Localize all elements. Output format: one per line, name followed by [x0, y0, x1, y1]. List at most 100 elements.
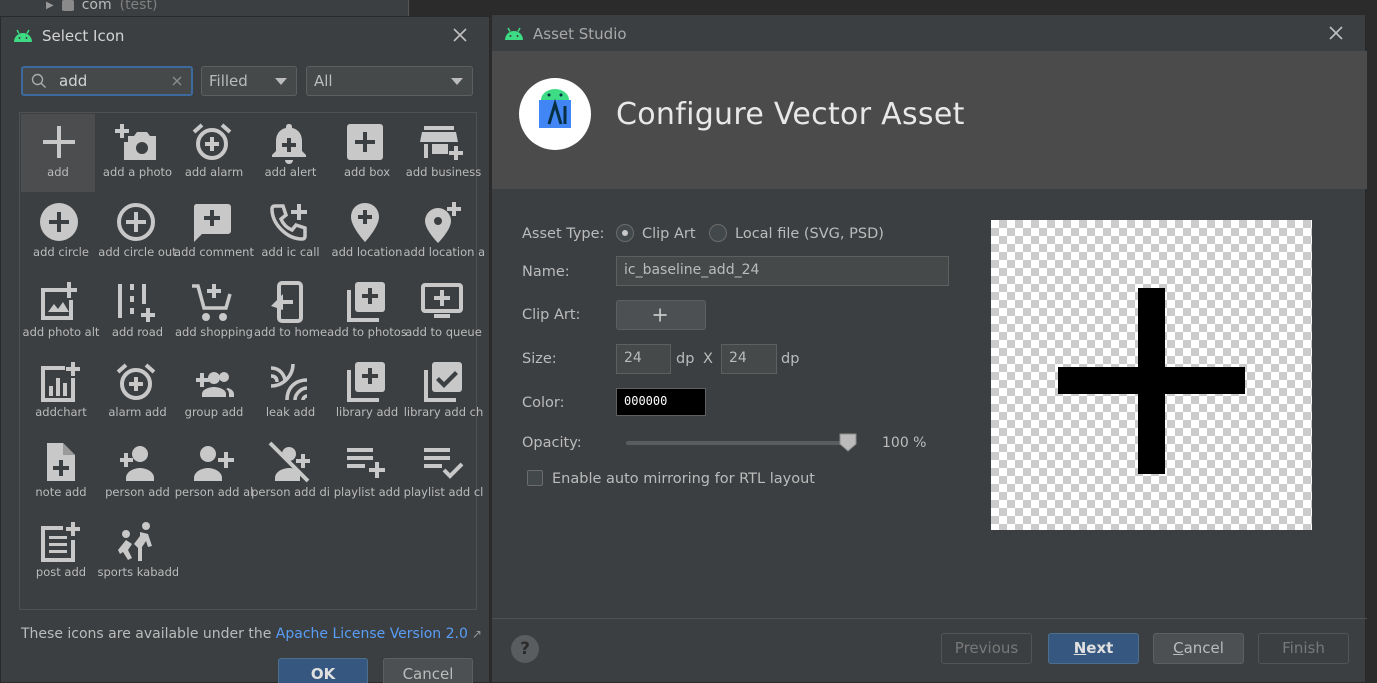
icon-cell-add-location[interactable]: add location [327, 194, 402, 272]
icon-label: add location [331, 245, 403, 259]
add-photo-alternate-icon [41, 282, 77, 320]
icon-cell-post-add[interactable]: post add [21, 514, 95, 592]
rtl-mirroring-checkbox[interactable] [527, 470, 543, 486]
opacity-slider-track[interactable] [626, 441, 850, 445]
note-add-icon [47, 443, 75, 481]
close-icon[interactable] [1327, 24, 1345, 42]
search-input[interactable]: add [21, 66, 193, 96]
icon-label: add circle out [98, 245, 177, 259]
icon-cell-add-circle-out[interactable]: add circle out [98, 194, 177, 272]
add-alert-icon [271, 124, 306, 164]
icon-cell-note-add[interactable]: note add [21, 434, 95, 512]
cancel-button[interactable]: Cancel [383, 658, 473, 683]
clip-art-radio-label[interactable]: Clip Art [642, 226, 696, 242]
icon-label: add [47, 165, 69, 179]
previous-button[interactable]: Previous [941, 633, 1032, 664]
tree-item-suffix: (test) [119, 0, 158, 13]
style-dropdown-value: Filled [209, 72, 248, 90]
next-button[interactable]: Next [1048, 633, 1139, 664]
icon-cell-library-add-ch[interactable]: library add ch [404, 354, 483, 432]
icon-cell-addchart[interactable]: addchart [21, 354, 95, 432]
local-file-radio-label[interactable]: Local file (SVG, PSD) [735, 226, 884, 242]
icon-cell-person-add-al[interactable]: person add al [174, 434, 253, 512]
ok-button[interactable]: OK [278, 658, 368, 683]
icon-cell-add-circle[interactable]: add circle [21, 194, 95, 272]
color-picker-swatch[interactable]: 000000 [616, 388, 706, 416]
playlist-add-icon [347, 448, 385, 478]
add-ic-call-icon [269, 204, 307, 241]
style-dropdown[interactable]: Filled [201, 66, 297, 96]
width-field[interactable]: 24 [616, 344, 671, 374]
category-dropdown[interactable]: All [306, 66, 473, 96]
icon-cell-add-alert[interactable]: add alert [251, 114, 325, 192]
icon-cell-group-add[interactable]: group add [174, 354, 248, 432]
icon-cell-person-add[interactable]: person add [98, 434, 172, 512]
category-dropdown-value: All [314, 72, 333, 90]
icon-cell-person-add-di[interactable]: person add di [251, 434, 330, 512]
local-file-radio[interactable] [709, 224, 727, 242]
icon-cell-add[interactable]: add [21, 114, 95, 192]
icon-cell-add-ic-call[interactable]: add ic call [251, 194, 325, 272]
name-label: Name: [522, 264, 570, 280]
license-prefix: These icons are available under the [21, 626, 272, 642]
icon-cell-add-alarm[interactable]: add alarm [174, 114, 248, 192]
icon-cell-add-road[interactable]: add road [98, 274, 172, 352]
icon-label: add alert [264, 165, 317, 179]
icon-cell-add-photo-alt[interactable]: add photo alt [21, 274, 99, 352]
add-icon [653, 308, 667, 322]
icon-cell-add-to-photos[interactable]: add to photos [327, 274, 407, 352]
android-studio-logo [519, 78, 591, 150]
opacity-slider-thumb[interactable] [838, 432, 858, 452]
name-field[interactable]: ic_baseline_add_24 [616, 256, 949, 286]
icon-cell-playlist-add-cl[interactable]: playlist add cl [404, 434, 483, 512]
icon-cell-add-location-a[interactable]: add location a [404, 194, 484, 272]
post-add-icon [41, 522, 80, 562]
height-field[interactable]: 24 [721, 344, 777, 374]
icon-cell-add-shopping[interactable]: add shopping [174, 274, 253, 352]
clear-search-icon[interactable] [170, 74, 184, 88]
addchart-icon [41, 362, 80, 402]
select-icon-dialog: Select Icon add Filled All add add a phot… [0, 16, 490, 683]
clip-art-button[interactable] [616, 300, 706, 330]
icon-label: addchart [35, 405, 87, 419]
add-icon-preview [1058, 288, 1245, 474]
person-add-disabled-icon [268, 441, 310, 483]
close-icon[interactable] [451, 26, 469, 44]
width-unit: dp [676, 351, 695, 367]
icon-cell-add-business[interactable]: add business [404, 114, 481, 192]
icon-cell-alarm-add[interactable]: alarm add [98, 354, 172, 432]
icon-label: add box [343, 165, 391, 179]
project-tree-item[interactable]: ▶ com (test) [46, 0, 157, 13]
rtl-mirroring-label[interactable]: Enable auto mirroring for RTL layout [552, 471, 815, 487]
icon-label: person add di [251, 485, 330, 499]
wizard-header: Configure Vector Asset [492, 51, 1367, 189]
icon-label: person add [105, 485, 170, 499]
icon-label: add a photo [102, 165, 173, 179]
clip-art-label: Clip Art: [522, 307, 581, 323]
expand-arrow-icon[interactable]: ▶ [46, 0, 54, 11]
package-icon [61, 0, 74, 11]
icon-label: playlist add cl [403, 485, 484, 499]
icon-preview [991, 220, 1312, 530]
clip-art-radio[interactable] [616, 224, 634, 242]
finish-button[interactable]: Finish [1258, 633, 1349, 664]
license-link[interactable]: Apache License Version 2.0 [276, 626, 468, 642]
dialog-title: Asset Studio [533, 25, 627, 43]
icon-cell-library-add[interactable]: library add [327, 354, 401, 432]
group-add-icon [196, 372, 234, 397]
icon-cell-add-to-queue[interactable]: add to queue [404, 274, 482, 352]
android-icon [505, 27, 523, 40]
height-unit: dp [781, 351, 800, 367]
icon-label: playlist add [333, 485, 401, 499]
icon-cell-add-a-photo[interactable]: add a photo [98, 114, 172, 192]
icon-cell-playlist-add[interactable]: playlist add [327, 434, 401, 512]
icon-cell-leak-add[interactable]: leak add [251, 354, 325, 432]
icon-cell-add-to-home[interactable]: add to home [251, 274, 327, 352]
icon-cell-add-comment[interactable]: add comment [174, 194, 254, 272]
icon-cell-add-box[interactable]: add box [327, 114, 401, 192]
icon-cell-sports-kabadd[interactable]: sports kabadd [98, 514, 178, 592]
icon-label: add ic call [261, 245, 320, 259]
search-icon [31, 73, 46, 88]
help-button[interactable]: ? [511, 635, 539, 663]
cancel-button[interactable]: Cancel [1153, 633, 1244, 664]
